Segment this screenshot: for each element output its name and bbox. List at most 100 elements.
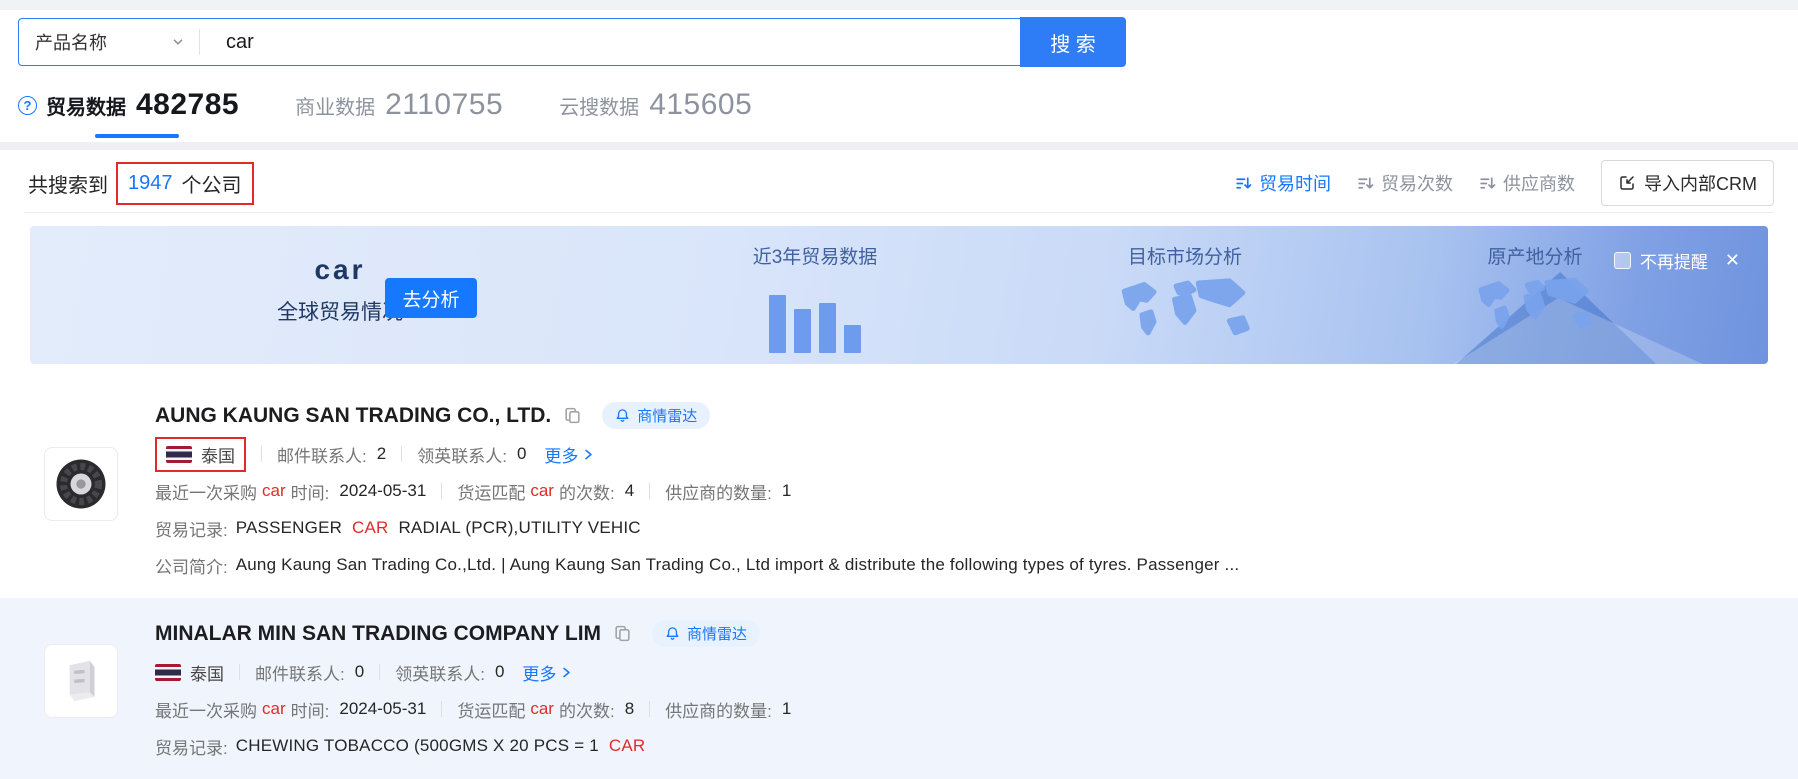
contact-row: 泰国 邮件联系人: 0 领英联系人: 0 更多 [155, 660, 1774, 684]
divider [401, 446, 402, 462]
linkedin-contacts-label: 领英联系人: [417, 442, 507, 467]
product-thumbnail[interactable] [44, 447, 118, 521]
purchase-label: 最近一次采购 [155, 479, 257, 504]
banner-section-market: 目标市场分析 [1090, 242, 1280, 354]
purchase-label: 时间: [291, 479, 330, 504]
more-link[interactable]: 更多 [522, 660, 573, 685]
copy-icon[interactable] [613, 624, 632, 643]
banner-dismiss: 不再提醒 ✕ [1614, 248, 1740, 273]
search-category-dropdown[interactable]: 产品名称 [19, 19, 199, 65]
linkedin-contacts-value: 0 [517, 444, 526, 464]
country-name: 泰国 [201, 442, 235, 467]
company-card: AUNG KAUNG SAN TRADING CO., LTD. 商情雷达 泰国… [0, 392, 1798, 598]
radar-icon [615, 408, 630, 423]
email-contacts-value: 0 [355, 662, 364, 682]
tab-trade-data[interactable]: ? 贸易数据 482785 [18, 88, 239, 122]
page: 产品名称 搜 索 ? 贸易数据 482785 商业数据 2110755 云搜数据… [0, 0, 1798, 779]
result-count-box: 1947 个公司 [116, 162, 254, 205]
country-box: 泰国 [155, 660, 224, 685]
badge-label: 商情雷达 [637, 405, 697, 426]
sort-desc-icon [1235, 175, 1252, 192]
freight-label: 货运匹配 [457, 697, 525, 722]
company-name[interactable]: AUNG KAUNG SAN TRADING CO., LTD. [155, 404, 551, 428]
freight-count: 8 [625, 699, 634, 719]
analyze-button[interactable]: 去分析 [385, 278, 477, 318]
business-radar-badge[interactable]: 商情雷达 [652, 620, 760, 647]
sort-label: 供应商数 [1503, 170, 1575, 196]
promo-banner: car 全球贸易情况 去分析 近3年贸易数据 目标市场分析 [30, 226, 1768, 364]
tab-count: 482785 [136, 88, 239, 122]
company-name-row: AUNG KAUNG SAN TRADING CO., LTD. 商情雷达 [155, 402, 1774, 429]
divider [649, 483, 650, 499]
banner-section-title: 原产地分析 [1435, 242, 1635, 269]
tab-count: 415605 [649, 88, 752, 122]
tab-label: 云搜数据 [559, 91, 639, 120]
email-contacts-value: 2 [377, 444, 386, 464]
supplier-label: 供应商的数量: [665, 479, 772, 504]
results-bar: 共搜索到 1947 个公司 贸易时间 贸易次数 供应商数 [28, 160, 1774, 206]
trade-record-row: 贸易记录: PASSENGER CAR RADIAL (PCR),UTILITY… [155, 516, 1774, 540]
tab-count: 2110755 [385, 88, 503, 122]
sort-desc-icon [1479, 175, 1496, 192]
divider [24, 212, 1774, 213]
sort-supplier-count[interactable]: 供应商数 [1479, 170, 1575, 196]
more-label: 更多 [522, 660, 556, 685]
trade-record-label: 贸易记录: [155, 734, 228, 759]
supplier-label: 供应商的数量: [665, 697, 772, 722]
linkedin-contacts-label: 领英联系人: [395, 660, 485, 685]
close-icon[interactable]: ✕ [1725, 250, 1740, 271]
country-highlight-box: 泰国 [155, 437, 246, 472]
banner-section-title: 近3年贸易数据 [730, 242, 900, 269]
thailand-flag-icon [155, 664, 181, 681]
result-count: 1947 [128, 172, 173, 195]
keyword-highlight: car [530, 481, 554, 501]
tab-cloud-data[interactable]: 云搜数据 415605 [559, 88, 752, 122]
more-link[interactable]: 更多 [544, 442, 595, 467]
search-category-label: 产品名称 [35, 29, 107, 55]
divider [441, 483, 442, 499]
chevron-right-icon [560, 666, 573, 679]
tab-label: 商业数据 [295, 91, 375, 120]
search-input[interactable] [200, 19, 1021, 65]
tab-label: 贸易数据 [46, 91, 126, 120]
tab-business-data[interactable]: 商业数据 2110755 [295, 88, 503, 122]
sort-trade-count[interactable]: 贸易次数 [1357, 170, 1453, 196]
purchase-label: 最近一次采购 [155, 697, 257, 722]
supplier-count: 1 [782, 699, 791, 719]
result-count-suffix: 个公司 [182, 169, 242, 198]
active-tab-underline [95, 134, 179, 138]
results-summary: 共搜索到 1947 个公司 [28, 162, 254, 205]
product-thumbnail[interactable] [44, 644, 118, 718]
company-name[interactable]: MINALAR MIN SAN TRADING COMPANY LIM [155, 622, 601, 646]
divider [379, 664, 380, 680]
trade-record-text: PASSENGER CAR RADIAL (PCR),UTILITY VEHIC [236, 518, 641, 538]
trade-stats-row: 最近一次采购 car 时间: 2024-05-31 货运匹配 car 的次数: … [155, 479, 1774, 503]
contact-row: 泰国 邮件联系人: 2 领英联系人: 0 更多 [155, 442, 1774, 466]
product-image [54, 654, 108, 708]
world-map-icon [1106, 275, 1264, 349]
company-intro-row: 公司简介: Aung Kaung San Trading Co.,Ltd. | … [155, 553, 1774, 577]
import-icon [1618, 174, 1636, 192]
help-icon[interactable]: ? [18, 96, 37, 115]
sort-label: 贸易时间 [1259, 170, 1331, 196]
banner-section-trade: 近3年贸易数据 [730, 242, 900, 353]
chevron-down-icon [171, 35, 185, 49]
search-button[interactable]: 搜 索 [1020, 17, 1126, 67]
dismiss-checkbox[interactable] [1614, 252, 1631, 269]
header: 产品名称 搜 索 ? 贸易数据 482785 商业数据 2110755 云搜数据… [0, 0, 1798, 150]
email-contacts-label: 邮件联系人: [255, 660, 345, 685]
company-card: MINALAR MIN SAN TRADING COMPANY LIM 商情雷达… [0, 598, 1798, 779]
copy-icon[interactable] [563, 406, 582, 425]
tire-image [53, 456, 109, 512]
keyword-highlight: car [262, 481, 286, 501]
import-crm-button[interactable]: 导入内部CRM [1601, 160, 1774, 206]
trade-record-row: 贸易记录: CHEWING TOBACCO (500GMS X 20 PCS =… [155, 734, 1774, 758]
company-name-row: MINALAR MIN SAN TRADING COMPANY LIM 商情雷达 [155, 620, 1774, 647]
chevron-right-icon [582, 448, 595, 461]
sort-trade-time[interactable]: 贸易时间 [1235, 170, 1331, 196]
trade-stats-row: 最近一次采购 car 时间: 2024-05-31 货运匹配 car 的次数: … [155, 697, 1774, 721]
thailand-flag-icon [166, 446, 192, 463]
business-radar-badge[interactable]: 商情雷达 [602, 402, 710, 429]
trade-record-label: 贸易记录: [155, 516, 228, 541]
email-contacts-label: 邮件联系人: [277, 442, 367, 467]
